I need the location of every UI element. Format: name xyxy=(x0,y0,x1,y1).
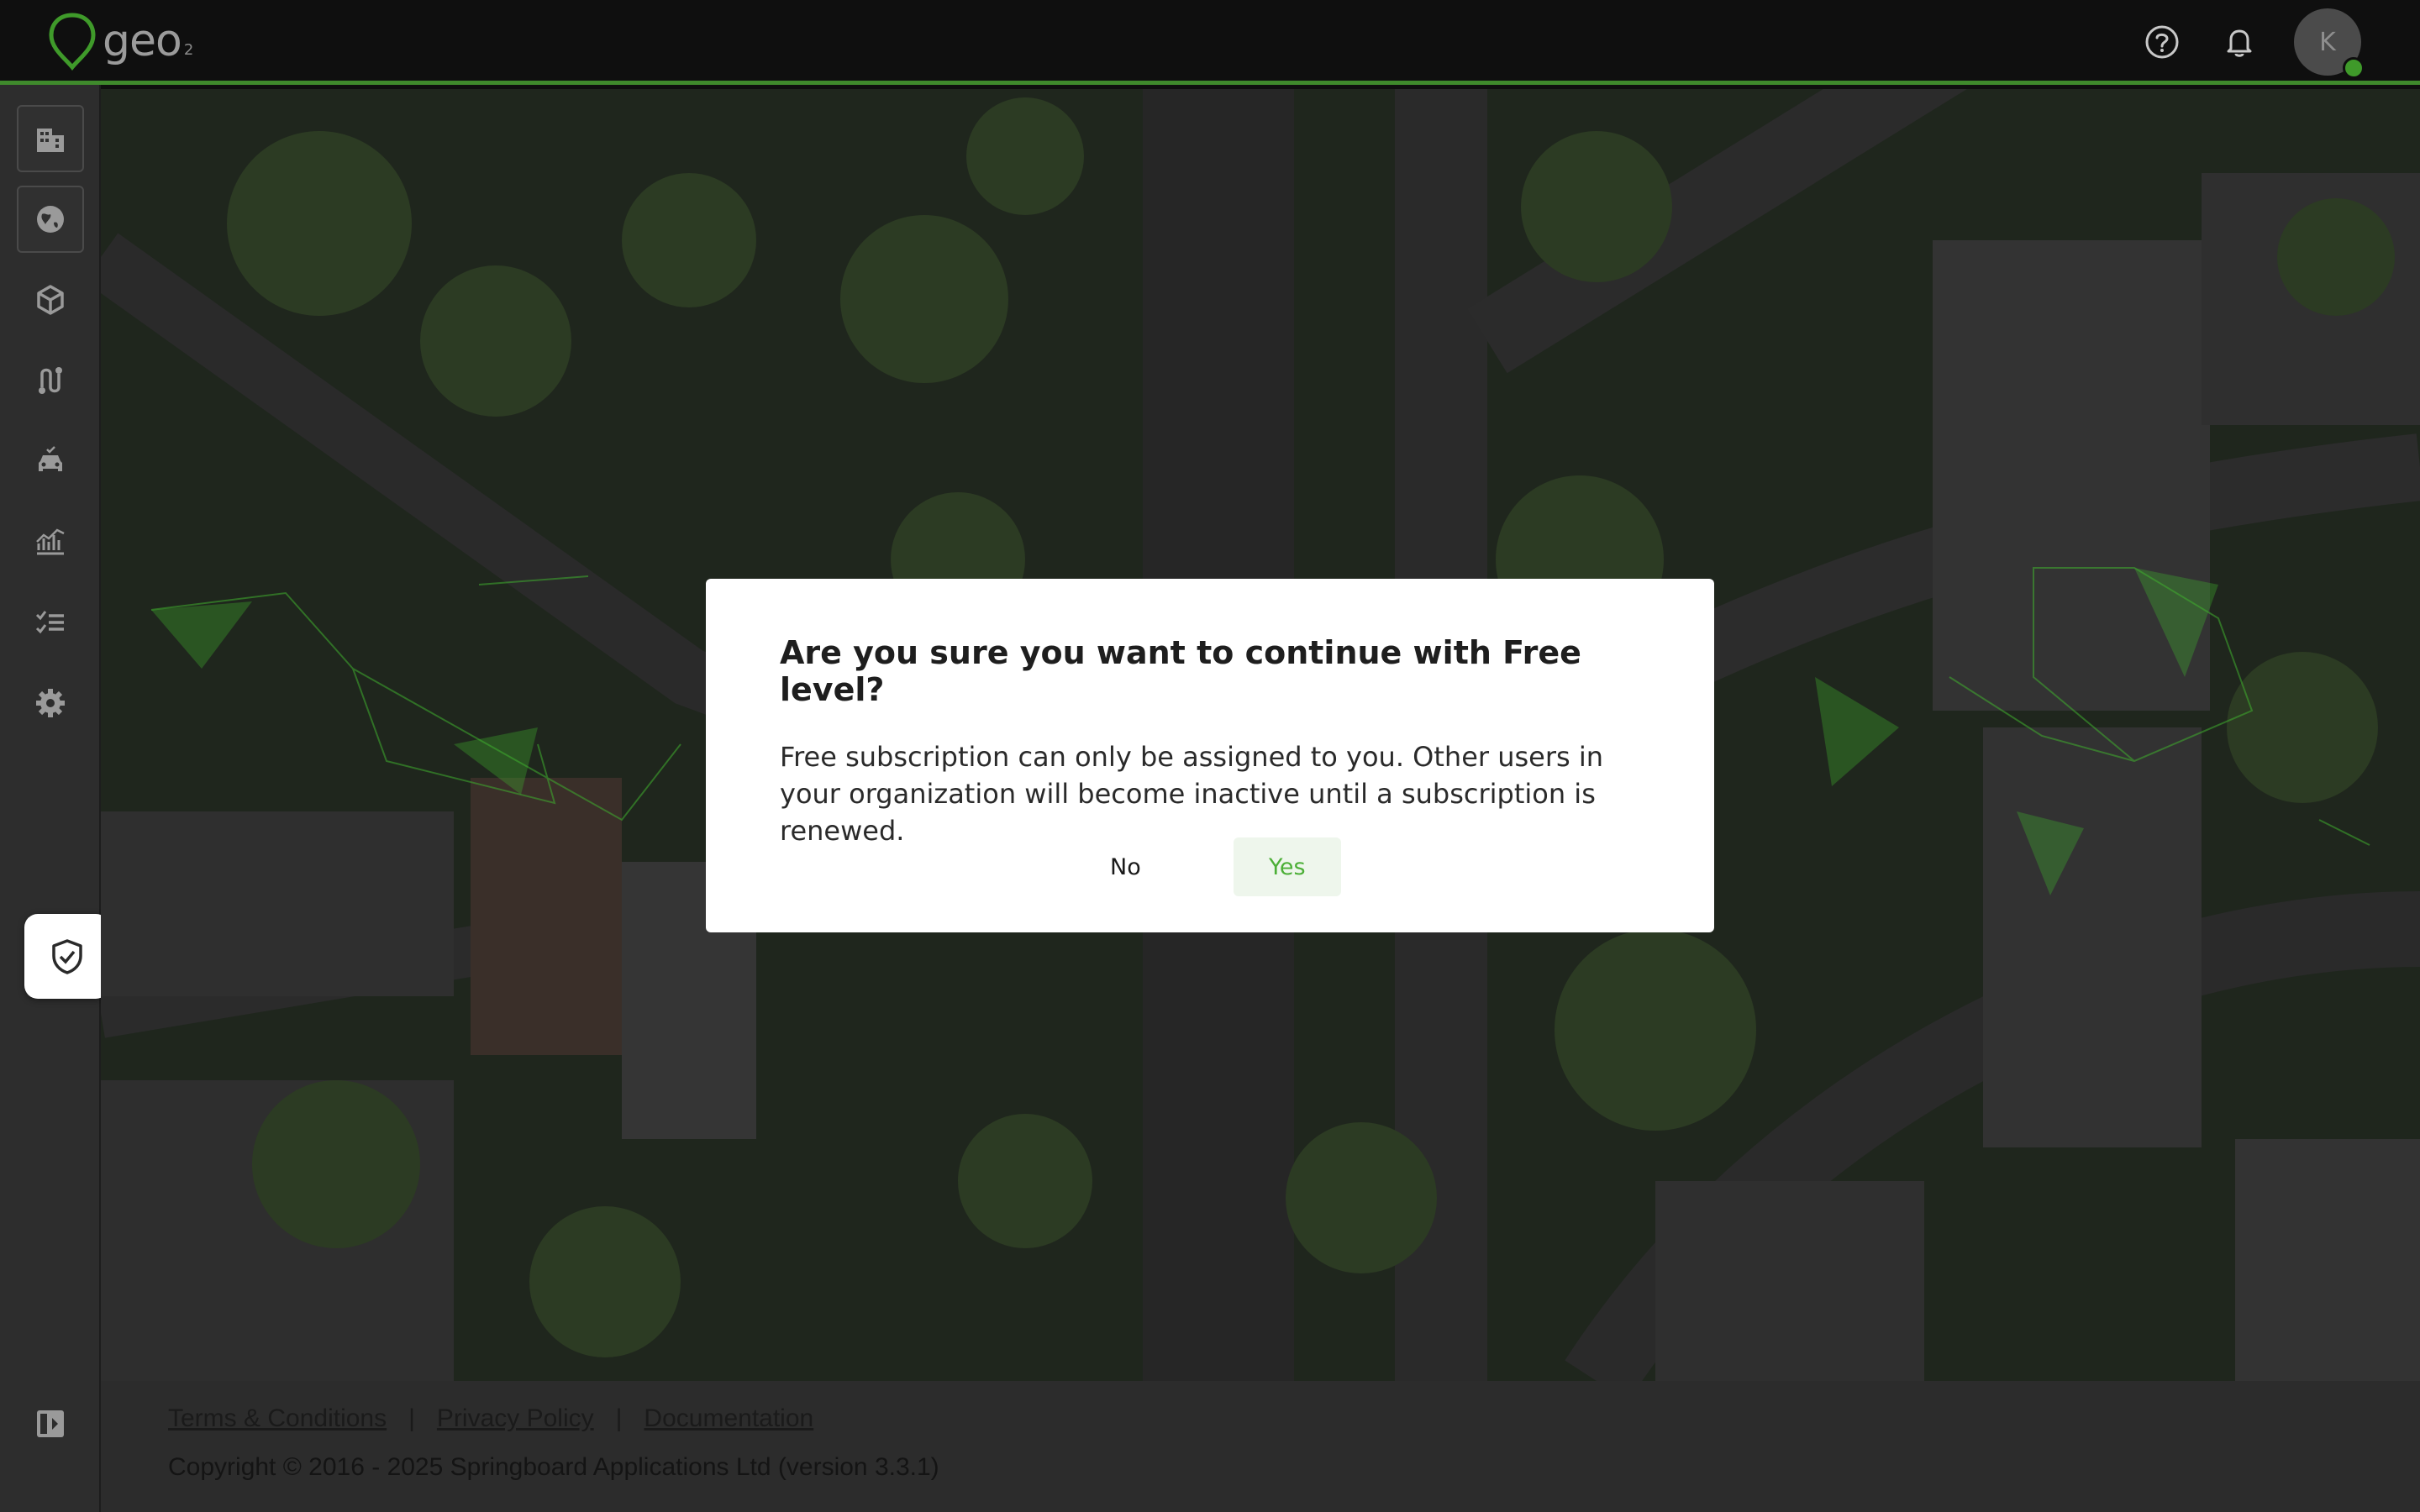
dialog-title: Are you sure you want to continue with F… xyxy=(780,634,1581,708)
bell-icon[interactable] xyxy=(2219,22,2260,62)
help-icon[interactable] xyxy=(2142,22,2182,62)
logo-text: geo xyxy=(103,16,182,66)
dialog-message: Free subscription can only be assigned t… xyxy=(780,741,1604,847)
location-pin-icon xyxy=(49,13,96,71)
top-bar: geo 2 K xyxy=(0,0,2420,85)
app-logo[interactable]: geo 2 xyxy=(47,12,193,71)
logo-subscript: 2 xyxy=(183,40,194,59)
online-status-indicator xyxy=(2343,57,2365,79)
no-button[interactable]: No xyxy=(1075,837,1176,896)
yes-button[interactable]: Yes xyxy=(1234,837,1341,896)
confirm-free-level-dialog: Are you sure you want to continue with F… xyxy=(706,579,1714,932)
